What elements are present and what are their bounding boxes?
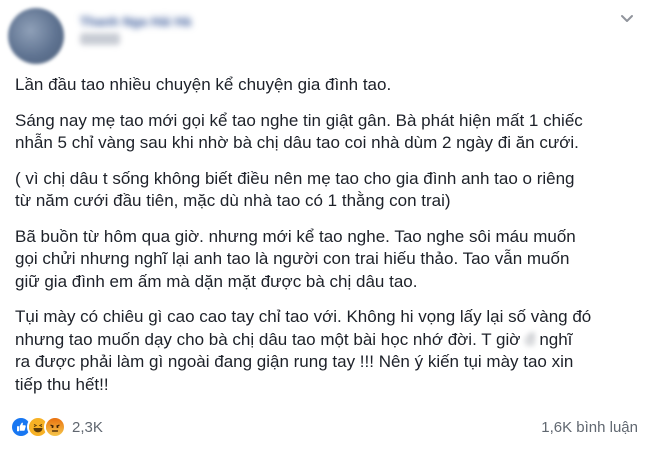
post-paragraph: Bã buồn từ hôm qua giờ. nhưng mới kể tao…	[15, 226, 576, 291]
post-text: Tụi mày có chiêu gì cao cao tay chỉ tao …	[15, 307, 592, 349]
post-body: Lần đầu tao nhiều chuyện kể chuyện gia đ…	[15, 74, 640, 409]
facebook-post: Thanh Nga Hải Hà Lần đầu tao nhiều chuyệ…	[0, 0, 650, 457]
reactions-summary[interactable]: 2,3K	[10, 416, 103, 438]
comment-count[interactable]: 1,6K bình luận	[541, 419, 638, 436]
post-footer: 2,3K 1,6K bình luận	[10, 412, 640, 442]
post-paragraph: Lần đầu tao nhiều chuyện kể chuyện gia đ…	[15, 75, 392, 94]
post-paragraph: Sáng nay mẹ tao mới gọi kể tao nghe tin …	[15, 110, 583, 153]
chevron-down-icon[interactable]	[618, 10, 636, 28]
post-paragraph: ( vì chị dâu t sống không biết điều nên …	[15, 168, 575, 211]
avatar[interactable]	[8, 8, 64, 64]
angry-reaction-icon	[44, 416, 66, 438]
post-timestamp[interactable]	[80, 33, 120, 45]
author-name[interactable]: Thanh Nga Hải Hà	[80, 14, 191, 29]
reaction-count[interactable]: 2,3K	[72, 419, 103, 436]
blurred-text: đ	[525, 329, 535, 349]
post-paragraph: Tụi mày có chiêu gì cao cao tay chỉ tao …	[15, 306, 640, 396]
